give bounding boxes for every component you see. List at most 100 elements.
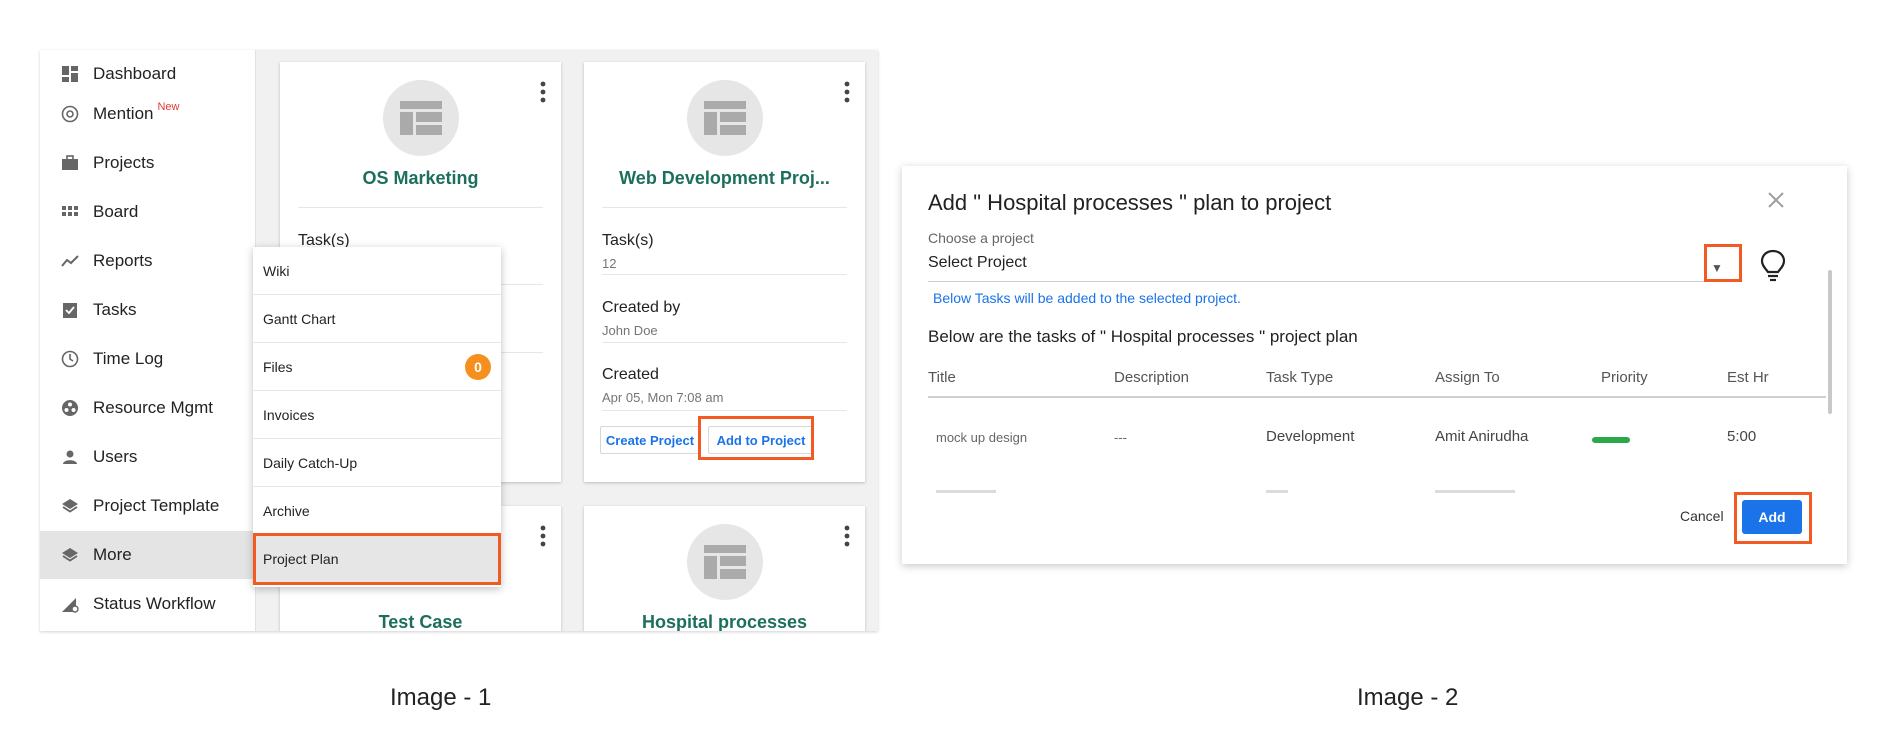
create-project-button[interactable]: Create Project [600,426,700,454]
layers-icon [59,495,81,517]
layers-icon [59,544,81,566]
column-header-assign-to: Assign To [1435,369,1500,386]
add-to-project-button[interactable]: Add to Project [708,426,814,454]
menu-item-archive[interactable]: Archive [253,487,501,535]
column-header-est-hr: Est Hr [1727,369,1769,386]
image-1-screenshot: Dashboard Mention New Projects Board Rep… [40,50,878,631]
sidebar-item-label: Tasks [93,300,137,319]
menu-item-project-plan[interactable]: Project Plan [253,535,501,583]
table-header-divider [928,396,1826,398]
task-type: Development [1266,428,1355,445]
divider [602,207,847,208]
divider [298,207,543,208]
divider [602,274,847,275]
menu-item-invoices[interactable]: Invoices [253,391,501,439]
sidebar-item-label: Projects [93,153,155,172]
trend-icon [59,250,81,272]
menu-item-label: Files [263,358,293,375]
menu-item-daily-catch-up[interactable]: Daily Catch-Up [253,439,501,487]
sidebar-item-label: Project Template [93,496,220,515]
task-assignee: Amit Anirudha [1435,428,1529,445]
briefcase-icon [59,152,81,174]
sidebar-item-reports[interactable]: Reports [40,237,256,285]
tasks-count: 12 [602,256,617,271]
menu-item-gantt-chart[interactable]: Gantt Chart [253,295,501,343]
scrollbar[interactable] [1828,270,1832,414]
more-vert-icon[interactable] [539,524,547,548]
files-count-badge: 0 [465,354,491,380]
task-title: mock up design [936,430,1028,445]
project-template-icon [687,80,763,156]
sidebar-item-tasks[interactable]: Tasks [40,286,256,334]
new-badge: New [157,101,180,113]
task-est-hr: 5:00 [1727,428,1757,445]
sidebar-item-label: Board [93,202,139,221]
more-dropdown-menu: Wiki Gantt Chart Files 0 Invoices Daily … [253,247,501,587]
dropdown-arrow-icon[interactable]: ▼ [1711,261,1723,275]
sidebar-item-users[interactable]: Users [40,433,256,481]
sidebar-item-label: Users [93,447,138,466]
card-title: OS Marketing [362,168,479,188]
sidebar-item-label: Resource Mgmt [93,398,213,417]
sidebar-item-label: Time Log [93,349,164,368]
card-title: Test Case [378,612,463,631]
select-value: Select Project [928,254,1027,271]
close-icon[interactable] [1764,188,1788,212]
created-by-value: John Doe [602,323,658,338]
add-button[interactable]: Add [1742,500,1802,534]
divider [602,410,847,411]
sidebar-item-mention[interactable]: Mention New [40,90,256,138]
priority-indicator [1592,437,1630,443]
partial-row-text [1266,490,1288,493]
sidebar-item-projects[interactable]: Projects [40,139,256,187]
sidebar-item-label: Reports [93,251,153,270]
sidebar-item-status-workflow[interactable]: Status Workflow [40,580,256,628]
more-vert-icon[interactable] [843,80,851,104]
created-by-label: Created by [602,299,681,316]
sidebar-item-more[interactable]: More [40,531,256,579]
tasks-heading: Below are the tasks of " Hospital proces… [928,327,1358,346]
clock-icon [59,348,81,370]
column-header-priority: Priority [1601,369,1648,386]
sidebar-item-label: Dashboard [93,64,177,83]
cancel-button[interactable]: Cancel [1680,508,1724,524]
sidebar-item-label: Status Workflow [93,594,216,613]
user-icon [59,446,81,468]
project-card-web-development[interactable]: Web Development Proj... Task(s) 12 Creat… [584,62,865,482]
lightbulb-icon[interactable] [1758,248,1788,284]
project-template-icon [383,80,459,156]
project-template-icon [687,524,763,600]
more-vert-icon[interactable] [539,80,547,104]
divider [602,342,847,343]
sidebar-item-board[interactable]: Board [40,188,256,236]
sidebar-item-label: Mention [93,104,154,123]
resource-icon [59,397,81,419]
caption-image-2: Image - 2 [1357,684,1459,711]
sidebar: Dashboard Mention New Projects Board Rep… [40,50,256,631]
column-header-description: Description [1114,369,1190,386]
column-header-task-type: Task Type [1266,369,1334,386]
sidebar-item-label: More [93,545,132,564]
partial-row-text [1435,490,1515,493]
project-card-hospital-processes[interactable]: Hospital processes [584,506,865,631]
workflow-icon [59,593,81,615]
dashboard-icon [59,63,81,85]
caption-image-1: Image - 1 [390,684,492,711]
at-icon [59,103,81,125]
column-header-title: Title [928,369,956,386]
partial-row-text [936,490,996,493]
tasks-label: Task(s) [602,232,654,249]
menu-item-wiki[interactable]: Wiki [253,247,501,295]
task-description: --- [1114,430,1127,445]
card-title: Web Development Proj... [619,168,830,188]
clipboard-check-icon [59,299,81,321]
dialog-title: Add " Hospital processes " plan to proje… [928,190,1332,215]
menu-item-files[interactable]: Files 0 [253,343,501,391]
more-vert-icon[interactable] [843,524,851,548]
sidebar-item-project-template[interactable]: Project Template [40,482,256,530]
sidebar-item-time-log[interactable]: Time Log [40,335,256,383]
sidebar-item-resource-mgmt[interactable]: Resource Mgmt [40,384,256,432]
hint-text: Below Tasks will be added to the selecte… [933,290,1241,306]
grid-icon [59,201,81,223]
project-select[interactable]: Select Project ▼ [928,254,1736,282]
